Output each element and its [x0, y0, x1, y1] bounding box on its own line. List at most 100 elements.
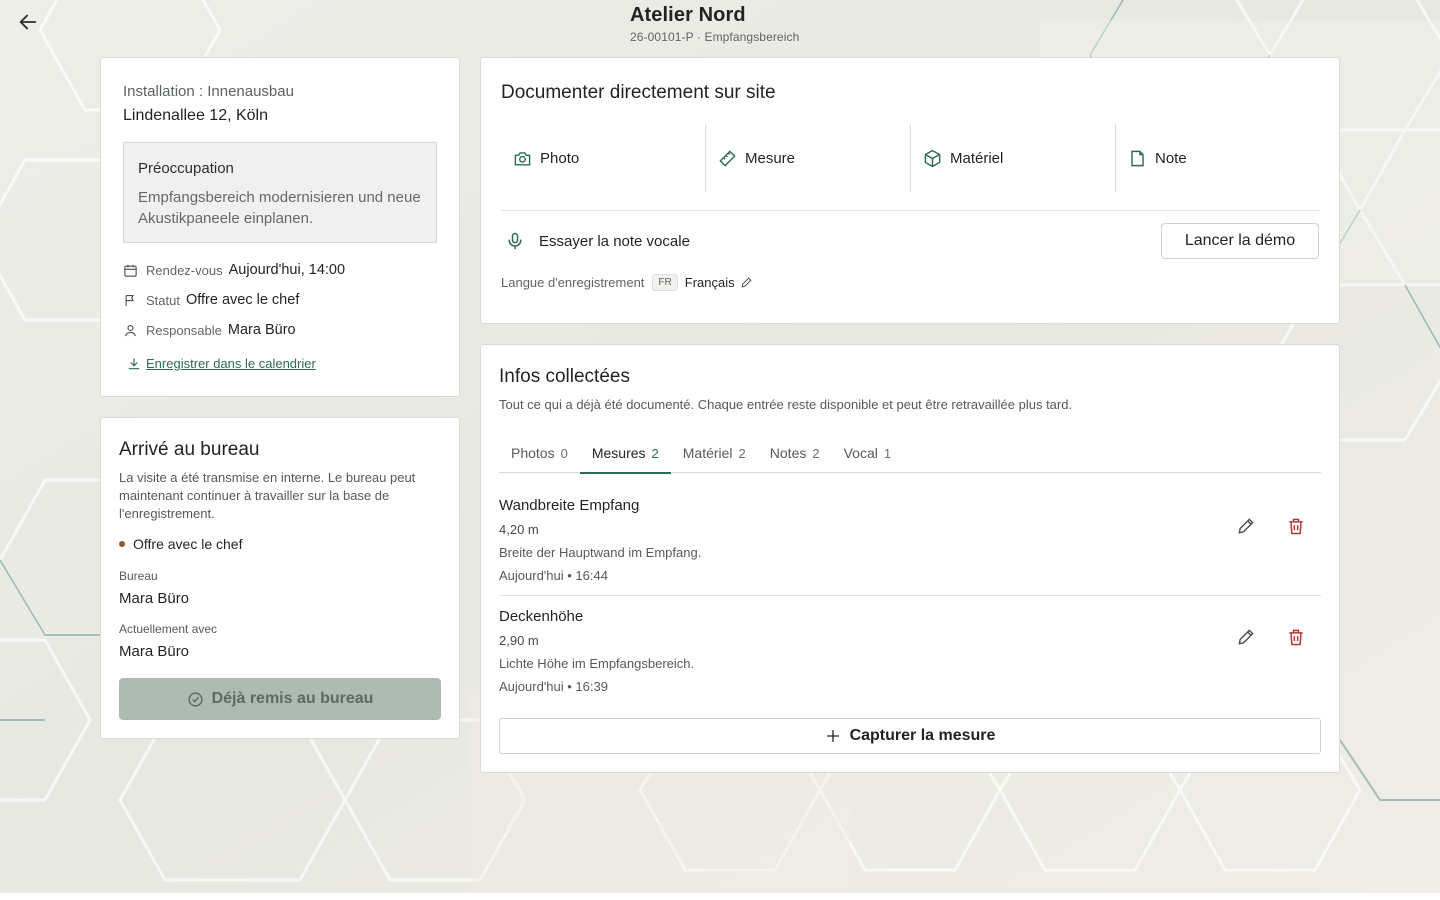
tab-count: 2	[812, 445, 820, 461]
tool-material-label: Matériel	[950, 149, 1004, 167]
bottom-strip	[0, 893, 1440, 900]
tab-count: 2	[738, 445, 746, 461]
current-label: Actuellement avec	[119, 622, 218, 636]
measure-name: Deckenhöhe	[499, 608, 584, 625]
office-card: Arrivé au bureau La visite a été transmi…	[100, 417, 460, 739]
language-label: Langue d'enregistrement	[501, 275, 645, 290]
measure-name: Wandbreite Empfang	[499, 497, 640, 514]
flag-icon	[125, 294, 134, 306]
back-button[interactable]	[14, 8, 42, 36]
tab-count: 0	[560, 445, 568, 461]
office-status: Offre avec le chef	[119, 536, 242, 552]
tab-count: 1	[883, 445, 892, 461]
tool-measure-label: Mesure	[745, 149, 796, 167]
tab-measures[interactable]: Mesures 2	[579, 433, 671, 474]
tab-voice[interactable]: Vocal 1	[832, 433, 903, 473]
tool-photo[interactable]: Photo	[501, 124, 706, 192]
package-icon	[924, 149, 941, 167]
tab-label: Vocal	[843, 445, 878, 461]
measure-value: 4,20 m	[499, 522, 539, 537]
plus-icon	[826, 730, 839, 742]
edit-button[interactable]	[1231, 622, 1261, 652]
tool-note-label: Note	[1155, 149, 1187, 167]
calendar-icon	[124, 264, 137, 277]
entry-actions	[1231, 622, 1311, 652]
collected-subtitle: Tout ce qui a déjà été documenté. Chaque…	[499, 397, 1073, 412]
tab-count: 2	[651, 445, 659, 461]
language-value: Français	[684, 275, 735, 290]
status-row: Statut Offre avec le chef	[123, 292, 299, 308]
installation-address: Lindenallee 12, Köln	[123, 107, 269, 124]
tool-photo-label: Photo	[540, 149, 580, 167]
measure-description: Breite der Hauptwand im Empfang.	[499, 545, 702, 560]
status-dot	[119, 541, 125, 547]
language-row: Langue d'enregistrement FR Français	[501, 274, 753, 291]
documentation-title: Documenter directement sur site	[501, 82, 776, 103]
bureau-label: Bureau	[119, 569, 158, 583]
language-code-badge: FR	[652, 274, 678, 291]
divider	[499, 595, 1321, 596]
current-value: Mara Büro	[119, 643, 190, 660]
tool-material[interactable]: Matériel	[911, 124, 1116, 192]
documentation-card: Documenter directement sur site Photo Me…	[480, 57, 1340, 324]
collected-title: Infos collectées	[499, 366, 630, 387]
bureau-value: Mara Büro	[119, 590, 190, 607]
voice-note-label: Essayer la note vocale	[539, 232, 690, 250]
save-calendar-link[interactable]: Enregistrer dans le calendrier	[127, 356, 316, 371]
appointment-label: Rendez-vous	[146, 262, 223, 278]
handed-button-label: Déjà remis au bureau	[211, 690, 374, 707]
capture-tools: Photo Mesure Matériel Note	[501, 124, 1320, 192]
pencil-icon	[741, 277, 752, 288]
status-label: Statut	[146, 292, 180, 308]
tab-label: Matériel	[682, 445, 733, 461]
handed-to-office-button[interactable]: Déjà remis au bureau	[119, 678, 441, 720]
camera-icon	[514, 151, 531, 166]
concern-box: Préoccupation Empfangsbereich modernisie…	[123, 142, 437, 243]
document-icon	[1131, 150, 1144, 166]
tab-notes[interactable]: Notes 2	[758, 433, 832, 473]
appointment-value: Aujourd'hui, 14:00	[228, 262, 346, 278]
tab-label: Notes	[769, 445, 807, 461]
download-icon	[128, 357, 140, 369]
user-icon	[124, 324, 137, 336]
microphone-icon	[508, 232, 522, 250]
pencil-icon	[1238, 518, 1254, 534]
list-item: Wandbreite Empfang 4,20 m Breite der Hau…	[499, 497, 1321, 583]
page-title: Atelier Nord	[630, 4, 746, 26]
edit-button[interactable]	[1231, 511, 1261, 541]
ruler-icon	[719, 149, 736, 167]
save-calendar-label: Enregistrer dans le calendrier	[146, 356, 316, 371]
owner-value: Mara Büro	[227, 322, 296, 338]
measure-timestamp: Aujourd'hui • 16:39	[499, 679, 608, 694]
concern-title: Préoccupation	[138, 160, 234, 177]
tool-measure[interactable]: Mesure	[706, 124, 911, 192]
launch-demo-button[interactable]: Lancer la démo	[1161, 223, 1319, 259]
tab-material[interactable]: Matériel 2	[671, 433, 758, 473]
tab-label: Mesures	[591, 445, 646, 461]
owner-label: Responsable	[146, 322, 222, 338]
page-subtitle: 26-00101-P · Empfangsbereich	[630, 30, 800, 44]
delete-button[interactable]	[1281, 511, 1311, 541]
concern-text: Empfangsbereich modernisieren und neue A…	[138, 189, 421, 227]
collected-tabs: Photos 0 Mesures 2 Matériel 2 Notes 2 Vo…	[499, 433, 1321, 474]
edit-language-button[interactable]	[740, 276, 753, 289]
check-circle-icon	[187, 691, 203, 707]
trash-icon	[1289, 518, 1303, 535]
appointment-row: Rendez-vous Aujourd'hui, 14:00	[123, 262, 345, 278]
office-description: La visite a été transmise en interne. Le…	[119, 470, 416, 521]
voice-note-row: Essayer la note vocale	[505, 231, 690, 251]
status-value: Offre avec le chef	[185, 292, 300, 308]
page-header: Atelier Nord 26-00101-P · Empfangsbereic…	[630, 3, 799, 44]
installation-kind: Installation : Innenausbau	[123, 83, 294, 100]
measure-timestamp: Aujourd'hui • 16:44	[499, 568, 608, 583]
trash-icon	[1289, 629, 1303, 646]
capture-measure-button[interactable]: Capturer la mesure	[499, 718, 1321, 754]
office-status-label: Offre avec le chef	[133, 536, 243, 552]
list-item: Deckenhöhe 2,90 m Lichte Höhe im Empfang…	[499, 608, 1321, 694]
delete-button[interactable]	[1281, 622, 1311, 652]
installation-card: Installation : Innenausbau Lindenallee 1…	[100, 57, 460, 397]
pencil-icon	[1238, 629, 1254, 645]
tool-note[interactable]: Note	[1116, 124, 1320, 192]
tab-photos[interactable]: Photos 0	[499, 433, 580, 473]
capture-measure-label: Capturer la mesure	[849, 727, 996, 744]
